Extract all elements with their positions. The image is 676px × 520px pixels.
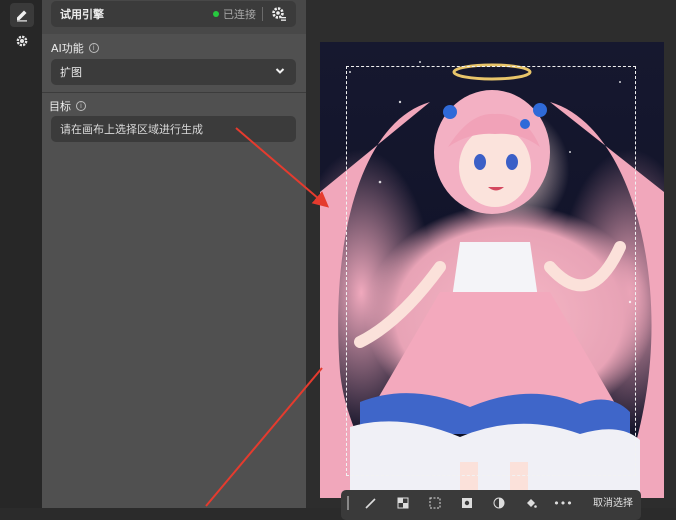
canvas-area[interactable]: ••• 取消选择 [306, 0, 676, 520]
artwork-image[interactable] [320, 42, 664, 498]
target-title: 目标 i [49, 98, 86, 114]
target-placeholder: 请在画布上选择区域进行生成 [60, 123, 203, 136]
chevron-down-icon [275, 68, 285, 74]
engine-settings-icon[interactable] [271, 6, 287, 22]
tool-rail [0, 0, 42, 508]
ai-function-value: 扩图 [60, 66, 82, 79]
fill-icon[interactable] [520, 495, 542, 511]
select-icon[interactable] [424, 495, 446, 511]
separator [262, 7, 263, 21]
status-dot [213, 11, 219, 17]
more-icon[interactable]: ••• [552, 495, 574, 511]
contrast-icon[interactable] [488, 495, 510, 511]
selection-box[interactable] [346, 66, 636, 476]
ai-function-select[interactable]: 扩图 [51, 59, 296, 85]
connection-status: 已连接 [213, 1, 256, 27]
info-icon[interactable]: i [88, 43, 99, 53]
image-icon[interactable] [456, 495, 478, 511]
brush-icon[interactable] [360, 495, 382, 511]
engine-label: 试用引擎 [60, 8, 104, 21]
ai-panel: 试用引擎 已连接 AI功能 i 扩图 目标 i 请在画布上选择区域进行生成 [42, 0, 306, 508]
canvas-toolbar: ••• 取消选择 [341, 490, 641, 520]
target-input[interactable]: 请在画布上选择区域进行生成 [51, 116, 296, 142]
ai-function-label: AI功能 [51, 42, 84, 55]
gear-icon[interactable] [10, 29, 34, 53]
cancel-selection-button[interactable]: 取消选择 [593, 494, 633, 509]
info-icon[interactable]: i [76, 101, 86, 111]
ai-function-title: AI功能 i [51, 40, 99, 56]
target-label: 目标 [49, 100, 71, 113]
engine-selector[interactable]: 试用引擎 已连接 [51, 1, 296, 27]
checker-icon[interactable] [392, 495, 414, 511]
status-text: 已连接 [223, 8, 256, 21]
edit-icon[interactable] [10, 3, 34, 27]
divider [42, 92, 306, 93]
